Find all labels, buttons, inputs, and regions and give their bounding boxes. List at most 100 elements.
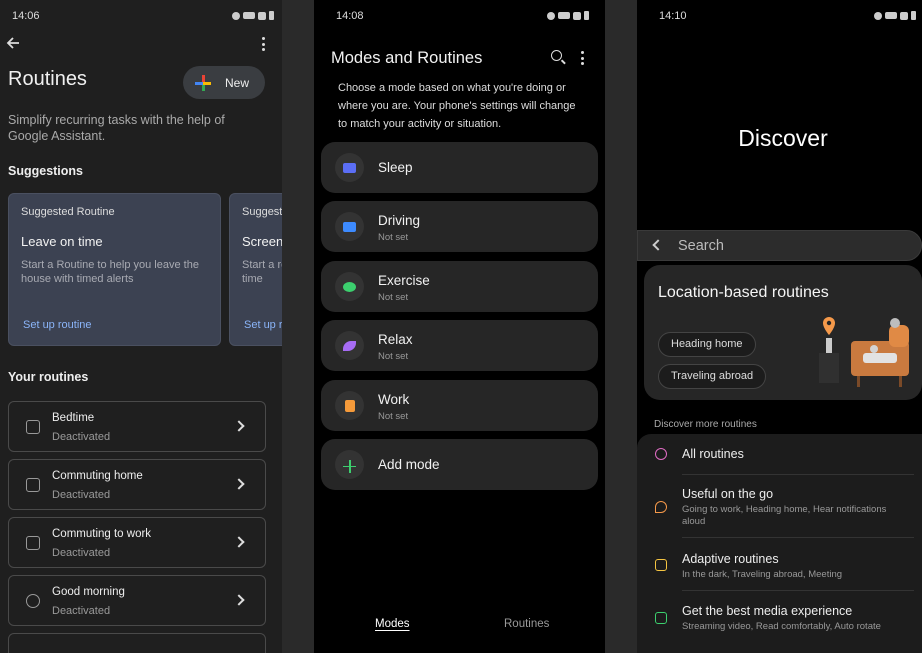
your-routines-heading: Your routines (8, 370, 89, 384)
suggestion-label: Suggested Routine (242, 206, 282, 218)
location-pin-icon (655, 501, 667, 513)
car-icon (26, 536, 40, 550)
discover-more-label: Discover more routines (654, 419, 757, 430)
status-icons (232, 11, 274, 20)
location-routines-card[interactable]: Location-based routines Heading home Tra… (644, 265, 922, 400)
suggestions-heading: Suggestions (8, 164, 84, 178)
status-time: 14:10 (659, 10, 687, 22)
mode-name: Sleep (378, 160, 413, 175)
item-name: Useful on the go (682, 487, 774, 501)
routine-item-partial[interactable] (8, 633, 266, 653)
routine-status: Deactivated (52, 547, 111, 559)
search-label: Search (678, 238, 724, 254)
mode-status: Not set (378, 411, 409, 422)
tab-modes[interactable]: Modes (375, 618, 410, 630)
item-subtitle: Going to work, Heading home, Hear notifi… (682, 504, 887, 527)
set-up-routine-link[interactable]: Set up routine (244, 319, 282, 331)
mode-status: Not set (378, 351, 409, 362)
plus-icon (335, 450, 364, 479)
status-time: 14:06 (12, 10, 40, 22)
add-mode-button[interactable]: Add mode (321, 439, 598, 490)
routine-status: Deactivated (52, 605, 111, 617)
routine-status: Deactivated (52, 431, 111, 443)
play-icon (655, 612, 667, 624)
google-plus-icon (195, 74, 211, 91)
bed-icon (26, 420, 40, 434)
modes-routines-screen: 14:08 Modes and Routines Choose a mode b… (314, 0, 605, 653)
status-icons (547, 11, 589, 20)
suggestion-card-screen-time[interactable]: Suggested Routine Screen time Start a ro… (229, 193, 282, 346)
mode-exercise[interactable]: Exercise Not set (321, 261, 598, 312)
new-button-label: New (225, 75, 250, 90)
suggestion-description: Start a Routine to help you leave the ho… (21, 259, 199, 285)
chip-traveling-abroad[interactable]: Traveling abroad (658, 364, 767, 389)
building-icon (335, 391, 364, 420)
item-subtitle: Streaming video, Read comfortably, Auto … (682, 621, 881, 632)
chip-heading-home[interactable]: Heading home (658, 332, 756, 357)
grid-icon (655, 448, 667, 460)
item-name: Get the best media experience (682, 604, 853, 618)
routines-screen: 14:06 Routines New Simplify recurring ta… (0, 0, 282, 653)
page-title: Modes and Routines (331, 49, 483, 67)
home-icon (655, 559, 667, 571)
routine-name: Good morning (52, 586, 125, 598)
mode-work[interactable]: Work Not set (321, 380, 598, 431)
location-illustration (819, 317, 909, 387)
more-options-icon[interactable] (261, 37, 265, 51)
status-bar: 14:10 (637, 10, 922, 24)
suggestion-label: Suggested Routine (21, 206, 115, 218)
divider (682, 537, 914, 538)
routine-item-good-morning[interactable]: Good morning Deactivated (8, 575, 266, 626)
item-name: Adaptive routines (682, 552, 779, 566)
chevron-right-icon (233, 478, 245, 490)
suggestion-card-leave-on-time[interactable]: Suggested Routine Leave on time Start a … (8, 193, 221, 346)
search-bar[interactable]: Search (637, 230, 922, 261)
more-options-icon[interactable] (580, 51, 584, 65)
mode-sleep[interactable]: Sleep (321, 142, 598, 193)
leaf-icon (335, 331, 364, 360)
mode-status: Not set (378, 292, 409, 303)
back-arrow-icon[interactable] (6, 36, 20, 50)
routine-name: Bedtime (52, 412, 95, 424)
routine-item-bedtime[interactable]: Bedtime Deactivated (8, 401, 266, 452)
mode-relax[interactable]: Relax Not set (321, 320, 598, 371)
status-time: 14:08 (336, 10, 364, 22)
status-bar: 14:06 (0, 10, 282, 24)
routine-name: Commuting home (52, 470, 143, 482)
page-subtitle: Simplify recurring tasks with the help o… (8, 113, 225, 143)
mode-name: Exercise (378, 273, 430, 288)
suggestion-title: Leave on time (21, 234, 103, 249)
discover-screen: 14:10 Discover Search Location-based rou… (637, 0, 922, 653)
divider (682, 590, 914, 591)
chevron-right-icon (233, 420, 245, 432)
routine-status: Deactivated (52, 489, 111, 501)
mode-name: Driving (378, 213, 421, 228)
new-routine-button[interactable]: New (183, 66, 265, 99)
add-mode-label: Add mode (378, 457, 440, 472)
divider (682, 474, 914, 475)
tab-routines[interactable]: Routines (504, 618, 549, 630)
chevron-right-icon (233, 594, 245, 606)
sun-icon (26, 594, 40, 608)
page-description: Choose a mode based on what you're doing… (338, 82, 576, 130)
running-icon (335, 272, 364, 301)
set-up-routine-link[interactable]: Set up routine (23, 319, 92, 331)
chevron-right-icon (233, 536, 245, 548)
bed-icon (335, 153, 364, 182)
mode-status: Not set (378, 232, 409, 243)
card-title: Location-based routines (658, 284, 829, 301)
status-icons (874, 11, 916, 20)
mode-driving[interactable]: Driving Not set (321, 201, 598, 252)
suggestion-description: Start a routine to help reduce screen ti… (242, 259, 282, 285)
back-chevron-icon[interactable] (652, 239, 664, 251)
car-icon (335, 212, 364, 241)
mode-name: Work (378, 392, 410, 407)
car-icon (26, 478, 40, 492)
item-name: All routines (682, 447, 744, 461)
mode-name: Relax (378, 332, 413, 347)
suggestion-title: Screen time (242, 234, 282, 249)
routine-item-commuting-to-work[interactable]: Commuting to work Deactivated (8, 517, 266, 568)
page-title: Routines (8, 68, 87, 90)
routine-item-commuting-home[interactable]: Commuting home Deactivated (8, 459, 266, 510)
search-icon[interactable] (551, 50, 562, 61)
